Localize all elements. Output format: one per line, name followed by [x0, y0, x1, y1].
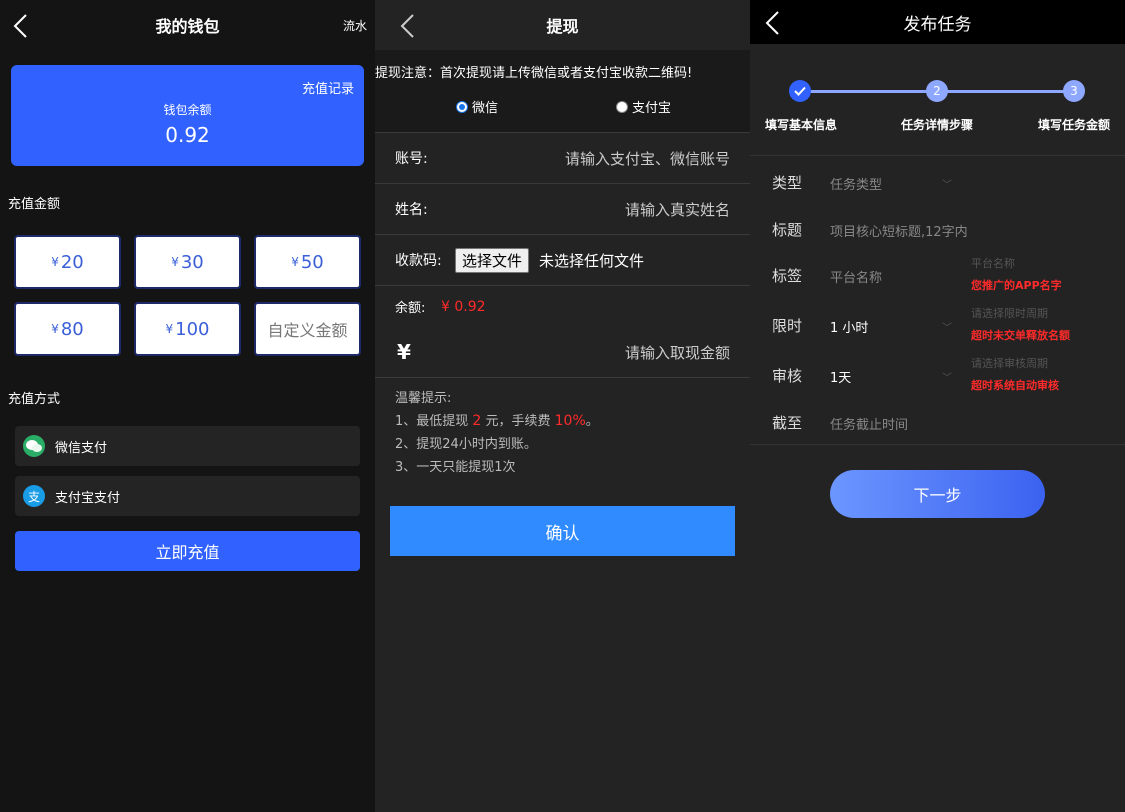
wechat-icon	[23, 435, 45, 457]
divider	[750, 444, 1125, 445]
notice-area: 提现注意：首次提现请上传微信或者支付宝收款二维码! 微信 支付宝	[375, 50, 750, 132]
wallet-header: 我的钱包 流水	[0, 0, 375, 50]
review-row[interactable]: 审核 1天 ﹀	[750, 351, 1125, 397]
tips-block: 温馨提示: 1、最低提现 2 元，手续费 10%。 2、提现24小时内到账。 3…	[395, 387, 599, 479]
withdraw-screen: 提现 提现注意：首次提现请上传微信或者支付宝收款二维码! 微信 支付宝 账号: …	[375, 0, 750, 812]
radio-unchecked-icon	[616, 100, 628, 113]
step-3-dot: 3	[1063, 80, 1085, 102]
custom-amount-input[interactable]: 自定义金额	[254, 302, 361, 356]
tips-title: 温馨提示:	[395, 391, 452, 406]
recharge-button[interactable]: 立即充值	[15, 531, 360, 571]
tag-hint-red: 您推广的APP名字	[971, 279, 1062, 292]
page-title: 我的钱包	[155, 17, 220, 36]
alipay-option[interactable]: 支 支付宝支付	[15, 476, 360, 516]
next-step-button[interactable]: 下一步	[830, 470, 1045, 518]
qr-label: 收款码:	[395, 253, 442, 269]
withdraw-notice: 提现注意：首次提现请上传微信或者支付宝收款二维码!	[375, 66, 693, 81]
confirm-button[interactable]: 确认	[390, 506, 735, 556]
time-limit-hint-red: 超时未交单释放名额	[971, 329, 1070, 342]
title-row[interactable]: 标题 项目核心短标题,12字内	[750, 205, 1125, 251]
step-progress: 2 3 填写基本信息 任务详情步骤 填写任务金额	[750, 80, 1125, 140]
back-arrow-icon[interactable]	[399, 13, 417, 39]
deadline-input[interactable]: 任务截止时间	[830, 414, 908, 433]
amount-row: ¥ 请输入取现金额	[375, 327, 750, 378]
amount-option-30[interactable]: ¥30	[134, 235, 241, 289]
tip-1: 1、最低提现 2 元，手续费 10%。	[395, 413, 599, 429]
chevron-down-icon: ﹀	[942, 323, 952, 334]
back-arrow-icon[interactable]	[764, 10, 782, 36]
amount-option-20[interactable]: ¥20	[14, 235, 121, 289]
choose-file-button[interactable]: 选择文件	[455, 247, 530, 273]
recharge-record-link[interactable]: 充值记录	[302, 78, 354, 97]
tag-input[interactable]: 平台名称	[830, 267, 882, 286]
tag-hint: 平台名称	[971, 257, 1015, 270]
tag-row[interactable]: 标签 平台名称	[750, 251, 1125, 297]
name-label: 姓名:	[395, 202, 428, 218]
amount-option-80[interactable]: ¥80	[14, 302, 121, 356]
wechat-pay-option[interactable]: 微信支付	[15, 426, 360, 466]
time-limit-hint: 请选择限时周期	[971, 307, 1048, 320]
divider	[750, 155, 1125, 156]
wechat-pay-label: 微信支付	[55, 440, 108, 456]
amount-option-50[interactable]: ¥50	[254, 235, 361, 289]
radio-wechat[interactable]: 微信	[456, 97, 498, 116]
page-title: 提现	[546, 17, 579, 36]
amount-input[interactable]: 请输入取现金额	[625, 342, 730, 363]
balance-row: 余额: ¥ 0.92	[375, 285, 750, 327]
account-label: 账号:	[395, 151, 428, 167]
review-hint: 请选择审核周期	[971, 357, 1048, 370]
publish-header: 发布任务	[750, 0, 1125, 44]
tip-2: 2、提现24小时内到账。	[395, 437, 537, 452]
deadline-row[interactable]: 截至 任务截止时间	[750, 398, 1125, 444]
method-section-title: 充值方式	[8, 392, 61, 407]
balance-value: ¥ 0.92	[441, 298, 486, 315]
balance-value: 0.92	[165, 123, 210, 147]
step-3-label: 填写任务金额	[1038, 118, 1111, 132]
account-row: 账号: 请输入支付宝、微信账号	[375, 132, 750, 183]
amount-option-100[interactable]: ¥100	[134, 302, 241, 356]
step-1-label: 填写基本信息	[765, 118, 838, 132]
type-select[interactable]: 任务类型	[830, 174, 882, 193]
alipay-icon: 支	[23, 485, 45, 507]
balance-card: 充值记录 钱包余额 0.92	[11, 65, 364, 166]
withdraw-header: 提现	[375, 0, 750, 50]
wallet-screen: 我的钱包 流水 充值记录 钱包余额 0.92 充值金额 ¥20 ¥30 ¥50 …	[0, 0, 375, 812]
balance-label: 钱包余额	[163, 103, 212, 117]
review-select[interactable]: 1天	[830, 367, 851, 386]
back-arrow-icon[interactable]	[12, 13, 30, 39]
qr-row: 收款码: 选择文件 未选择任何文件	[375, 234, 750, 285]
chevron-down-icon: ﹀	[942, 373, 952, 384]
name-input[interactable]: 请输入真实姓名	[625, 199, 730, 220]
account-input[interactable]: 请输入支付宝、微信账号	[565, 148, 730, 169]
amount-section-title: 充值金额	[8, 197, 61, 212]
page-title: 发布任务	[903, 14, 972, 35]
yen-icon: ¥	[397, 340, 411, 364]
radio-alipay[interactable]: 支付宝	[616, 97, 671, 116]
publish-screen: 发布任务 2 3 填写基本信息 任务详情步骤 填写任务金额 类型 任务类型 ﹀ …	[750, 0, 1125, 812]
review-hint-red: 超时系统自动审核	[971, 379, 1059, 392]
name-row: 姓名: 请输入真实姓名	[375, 183, 750, 234]
step-2-dot: 2	[926, 80, 948, 102]
alipay-label: 支付宝支付	[55, 490, 121, 506]
title-input[interactable]: 项目核心短标题,12字内	[830, 221, 968, 240]
chevron-down-icon: ﹀	[942, 180, 952, 191]
type-row[interactable]: 类型 任务类型 ﹀	[750, 158, 1125, 204]
step-1-check-icon	[789, 80, 811, 102]
step-2-label: 任务详情步骤	[901, 118, 974, 132]
file-status: 未选择任何文件	[539, 251, 645, 270]
time-limit-select[interactable]: 1 小时	[830, 317, 868, 336]
radio-checked-icon	[456, 100, 468, 113]
flow-link[interactable]: 流水	[343, 17, 367, 34]
tip-3: 3、一天只能提现1次	[395, 460, 516, 475]
balance-label: 余额:	[395, 301, 426, 316]
